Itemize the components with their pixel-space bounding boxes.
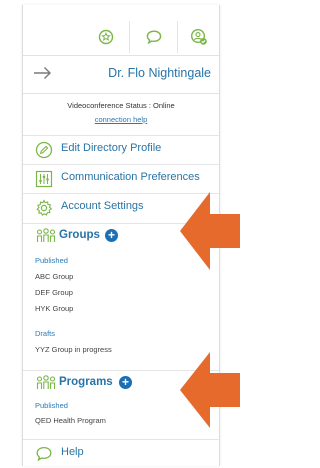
programs-title: Programs — [59, 376, 113, 388]
top-toolbar — [23, 19, 219, 56]
callout-arrow-groups — [180, 192, 240, 270]
group-item[interactable]: DEF Group — [35, 288, 73, 297]
draft-group-item[interactable]: YYZ Group in progress — [35, 345, 112, 354]
add-program-button[interactable]: + — [119, 376, 132, 389]
videoconference-status: Videoconference Status : Online — [67, 101, 175, 110]
connection-help-link[interactable]: connection help — [23, 115, 219, 124]
people-icon — [35, 375, 57, 396]
user-header: Dr. Flo Nightingale — [23, 55, 219, 94]
menu-item-label: Communication Preferences — [61, 171, 200, 183]
help-label: Help — [61, 446, 84, 458]
user-name[interactable]: Dr. Flo Nightingale — [108, 66, 211, 80]
group-item[interactable]: ABC Group — [35, 272, 73, 281]
groups-title: Groups — [59, 229, 100, 241]
menu-item-communication-preferences[interactable]: Communication Preferences — [23, 164, 219, 192]
people-icon — [35, 228, 57, 249]
callout-arrow-programs — [180, 352, 240, 428]
program-item[interactable]: QED Health Program — [35, 416, 106, 425]
toolbar-divider — [129, 21, 130, 53]
pencil-circle-icon — [35, 141, 53, 159]
chat-bubble-icon — [35, 445, 53, 463]
star-badge-icon[interactable] — [83, 19, 128, 55]
menu-item-label: Account Settings — [61, 200, 144, 212]
groups-published-label: Published — [35, 256, 68, 265]
chat-bubble-icon[interactable] — [131, 19, 176, 55]
groups-drafts-label: Drafts — [35, 329, 56, 338]
gear-icon — [35, 199, 53, 217]
sliders-icon — [35, 170, 53, 188]
menu-item-edit-profile[interactable]: Edit Directory Profile — [23, 135, 219, 163]
programs-published-label: Published — [35, 401, 68, 410]
arrow-right-icon[interactable] — [33, 63, 53, 88]
profile-check-icon[interactable] — [179, 19, 219, 55]
help-link[interactable]: Help — [23, 439, 219, 466]
group-item[interactable]: HYK Group — [35, 304, 73, 313]
toolbar-divider — [177, 21, 178, 53]
add-group-button[interactable]: + — [105, 229, 118, 242]
menu-item-label: Edit Directory Profile — [61, 142, 162, 154]
